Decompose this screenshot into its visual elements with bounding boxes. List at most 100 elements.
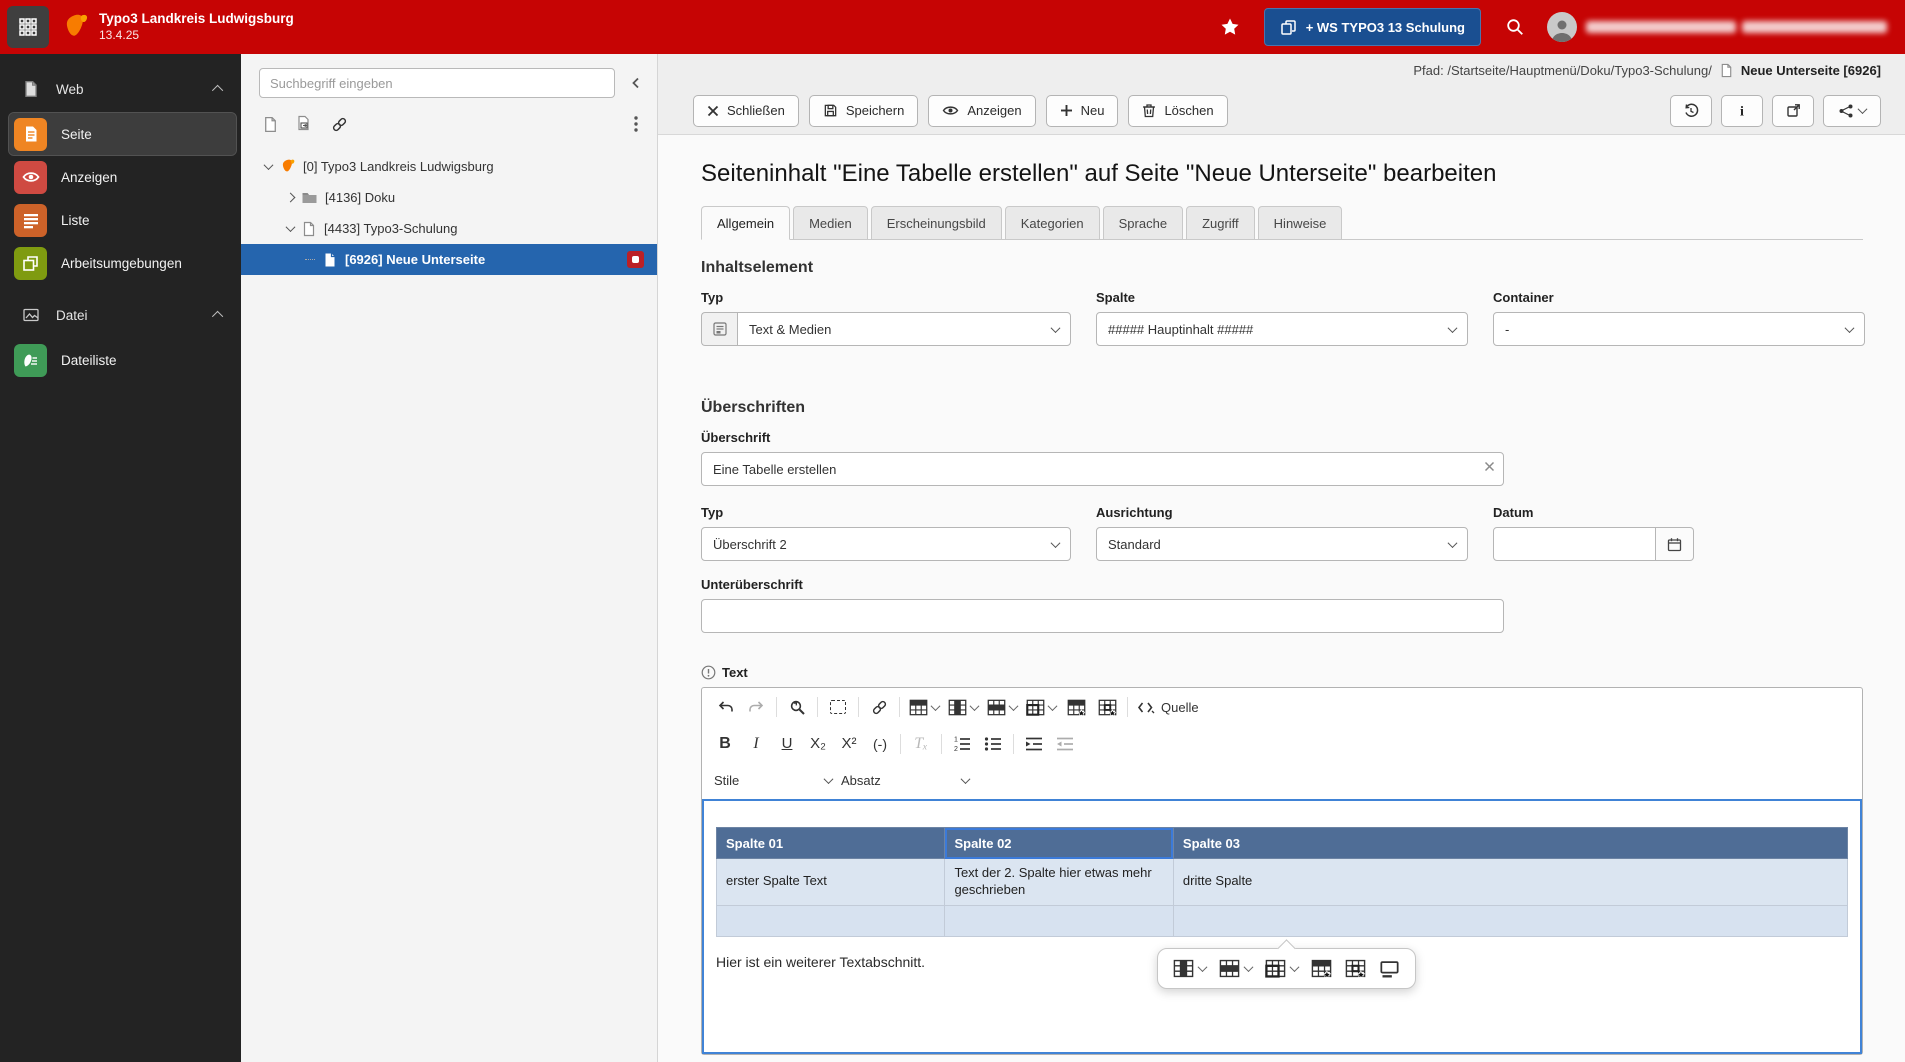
- link-icon[interactable]: [868, 694, 890, 720]
- underline-icon[interactable]: U: [776, 731, 798, 757]
- clear-input-icon[interactable]: [1484, 461, 1495, 472]
- open-external-button[interactable]: [1772, 94, 1814, 127]
- table-properties-icon[interactable]: [1065, 694, 1087, 720]
- link-icon[interactable]: [328, 111, 350, 137]
- search-button[interactable]: [1498, 10, 1532, 44]
- page-hidden-stop-icon: [627, 251, 644, 268]
- tree-connector: [305, 259, 315, 260]
- table-header-cell[interactable]: Spalte 03: [1172, 827, 1849, 859]
- tree-search-input[interactable]: [259, 68, 615, 98]
- merge-cells-icon[interactable]: [1265, 958, 1300, 979]
- rte-editing-area[interactable]: Spalte 01 Spalte 02 Spalte 03 erster Spa…: [702, 799, 1862, 1054]
- new-button[interactable]: Neu: [1045, 94, 1119, 127]
- bookmark-star-button[interactable]: [1213, 10, 1247, 44]
- tab-hinweise[interactable]: Hinweise: [1257, 206, 1343, 240]
- table-cell[interactable]: Text der 2. Spalte hier etwas mehr gesch…: [944, 858, 1174, 906]
- module-group-datei[interactable]: Datei: [0, 292, 241, 338]
- toggle-caption-icon[interactable]: [1379, 958, 1400, 979]
- table-cell[interactable]: [1172, 904, 1849, 937]
- app-launcher-button[interactable]: [7, 6, 49, 48]
- delete-button[interactable]: Löschen: [1128, 94, 1228, 127]
- superscript-icon[interactable]: X²: [838, 731, 860, 757]
- chevron-right-icon[interactable]: [285, 192, 296, 203]
- info-button[interactable]: i: [1721, 94, 1763, 127]
- source-button[interactable]: Quelle: [1137, 694, 1199, 720]
- collapse-tree-button[interactable]: [623, 70, 649, 96]
- table-column-icon[interactable]: [1173, 958, 1208, 979]
- chevron-down-icon[interactable]: [263, 160, 274, 171]
- numbered-list-icon[interactable]: 12: [951, 731, 973, 757]
- redo-icon[interactable]: [745, 694, 767, 720]
- cell-properties-icon[interactable]: [1345, 958, 1366, 979]
- table-cell[interactable]: erster Spalte Text: [715, 858, 946, 906]
- content-table[interactable]: Spalte 01 Spalte 02 Spalte 03 erster Spa…: [715, 827, 1849, 937]
- soft-hyphen-icon[interactable]: (-): [869, 731, 891, 757]
- save-button[interactable]: Speichern: [808, 94, 919, 127]
- subscript-icon[interactable]: X₂: [807, 731, 829, 757]
- styles-dropdown[interactable]: Stile: [714, 773, 834, 788]
- tab-zugriff[interactable]: Zugriff: [1186, 206, 1255, 240]
- undo-icon[interactable]: [714, 694, 736, 720]
- tab-medien[interactable]: Medien: [793, 206, 868, 240]
- ueberschrift-input[interactable]: [701, 452, 1504, 486]
- tree-node-neue-unterseite[interactable]: [6926] Neue Unterseite: [241, 244, 657, 275]
- format-dropdown[interactable]: Absatz: [841, 773, 971, 788]
- table-header-cell-focused[interactable]: Spalte 02: [944, 827, 1174, 859]
- bulleted-list-icon[interactable]: [982, 731, 1004, 757]
- insert-table-icon[interactable]: [909, 694, 941, 720]
- ausrichtung-select[interactable]: Standard: [1096, 527, 1468, 561]
- outdent-icon[interactable]: [1054, 731, 1076, 757]
- remove-format-icon[interactable]: Tₓ: [910, 731, 932, 757]
- sidebar-item-anzeigen[interactable]: Anzeigen: [9, 156, 236, 198]
- tree-node-doku[interactable]: [4136] Doku: [241, 182, 657, 213]
- select-all-icon[interactable]: [827, 694, 849, 720]
- tree-node-typo3-schulung[interactable]: [4433] Typo3-Schulung: [241, 213, 657, 244]
- tab-erscheinungsbild[interactable]: Erscheinungsbild: [870, 206, 1002, 240]
- sidebar-item-seite[interactable]: Seite: [8, 112, 237, 156]
- container-select[interactable]: -: [1493, 312, 1865, 346]
- sidebar-item-liste[interactable]: Liste: [9, 199, 236, 241]
- italic-icon[interactable]: I: [745, 731, 767, 757]
- tab-sprache[interactable]: Sprache: [1102, 206, 1184, 240]
- new-page-icon[interactable]: [260, 111, 280, 137]
- tab-allgemein[interactable]: Allgemein: [701, 206, 791, 240]
- cell-properties-icon[interactable]: [1096, 694, 1118, 720]
- table-cell[interactable]: dritte Spalte: [1172, 858, 1849, 906]
- workspace-button[interactable]: + WS TYPO3 13 Schulung: [1263, 8, 1481, 46]
- tab-kategorien[interactable]: Kategorien: [1004, 206, 1100, 240]
- datum-input[interactable]: [1493, 527, 1656, 561]
- user-menu[interactable]: [1547, 12, 1887, 42]
- view-button[interactable]: Anzeigen: [928, 94, 1036, 127]
- table-cell[interactable]: [715, 904, 946, 937]
- indent-icon[interactable]: [1023, 731, 1045, 757]
- tree-node-label: [4433] Typo3-Schulung: [324, 221, 458, 236]
- table-cell[interactable]: [944, 904, 1174, 937]
- tree-node-root[interactable]: [0] Typo3 Landkreis Ludwigsburg: [241, 151, 657, 182]
- share-button[interactable]: [1823, 94, 1881, 127]
- bold-icon[interactable]: B: [714, 731, 736, 757]
- content-type-icon-button[interactable]: [701, 312, 737, 346]
- spalte-select[interactable]: ##### Hauptinhalt #####: [1096, 312, 1468, 346]
- unterueberschrift-input[interactable]: [701, 599, 1504, 633]
- close-button[interactable]: Schließen: [693, 94, 799, 127]
- sidebar-item-dateiliste[interactable]: Dateiliste: [9, 339, 236, 381]
- table-row-icon[interactable]: [987, 694, 1019, 720]
- history-button[interactable]: [1670, 94, 1712, 127]
- table-properties-icon[interactable]: [1311, 958, 1332, 979]
- module-group-web[interactable]: Web: [0, 66, 241, 112]
- merge-cells-icon[interactable]: [1026, 694, 1058, 720]
- sidebar-item-arbeitsumgebungen[interactable]: Arbeitsumgebungen: [9, 242, 236, 284]
- heading-typ-select[interactable]: Überschrift 2: [701, 527, 1071, 561]
- table-row-icon[interactable]: [1219, 958, 1254, 979]
- calendar-icon-button[interactable]: [1656, 527, 1694, 561]
- tree-options-kebab-icon[interactable]: [623, 111, 649, 137]
- breadcrumb-page-ref[interactable]: Neue Unterseite [6926]: [1741, 63, 1881, 78]
- table-column-icon[interactable]: [948, 694, 980, 720]
- table-header-cell[interactable]: Spalte 01: [715, 827, 946, 859]
- new-page-drag-icon[interactable]: [293, 111, 315, 137]
- filelist-module-icon: [14, 343, 47, 377]
- chevron-down-icon[interactable]: [285, 222, 296, 233]
- tree-node-label: [4136] Doku: [325, 190, 396, 205]
- typ-select[interactable]: Text & Medien: [737, 312, 1071, 346]
- find-replace-icon[interactable]: [786, 694, 808, 720]
